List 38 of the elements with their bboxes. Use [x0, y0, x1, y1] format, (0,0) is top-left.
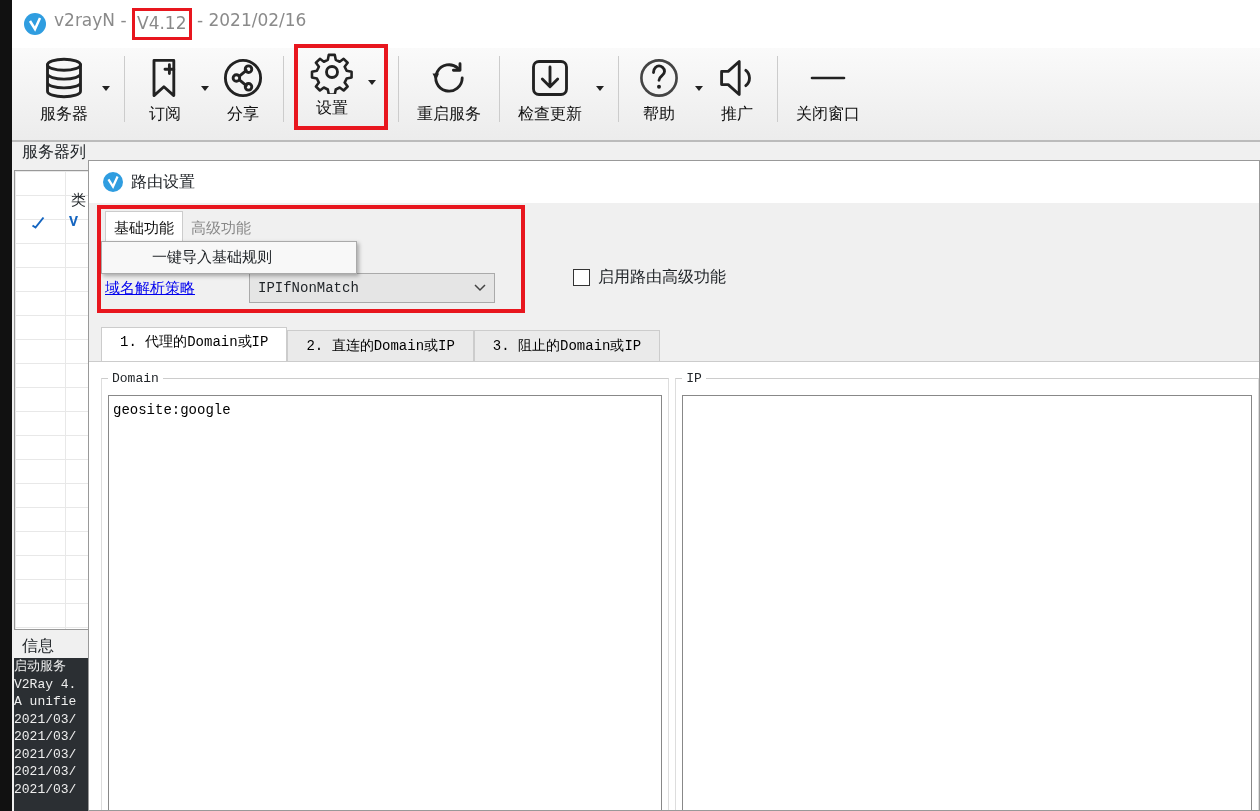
column-header[interactable]: 类 [71, 188, 86, 211]
panel-title: 信息 [21, 635, 55, 657]
share-icon [221, 56, 265, 100]
toolbar-button[interactable]: 关闭窗口 [788, 56, 868, 126]
tab[interactable]: 2. 直连的Domain或IP [287, 330, 474, 361]
toolbar-button[interactable]: 服务器 [32, 56, 96, 126]
toolbar-button[interactable]: 分享 [213, 56, 273, 126]
minimize-icon [808, 76, 848, 80]
toolbar-button[interactable]: 推广 [707, 56, 767, 126]
strategy-link[interactable]: 域名解析策略 [105, 276, 195, 300]
toolbar-button[interactable]: 重启服务 [409, 56, 489, 126]
strategy-select[interactable]: IPIfNonMatch [249, 273, 495, 303]
dialog-title: 路由设置 [131, 171, 195, 193]
window-title: - 2021/02/16 [195, 9, 307, 33]
caret-icon[interactable] [596, 86, 604, 91]
caret-icon[interactable] [368, 80, 376, 85]
toolbar-button[interactable]: 帮助 [629, 56, 689, 126]
checkbox-label: 启用路由高级功能 [597, 266, 726, 288]
window-title: V4.12 [137, 13, 187, 34]
window-title: v2rayN - [54, 9, 128, 33]
tab[interactable]: 3. 阻止的Domain或IP [473, 330, 661, 361]
app-logo-icon [103, 172, 123, 192]
toolbar-button[interactable]: 设置 [302, 50, 362, 120]
toolbar-button[interactable]: 订阅 [135, 56, 195, 126]
panel-title: 服务器列 [21, 141, 87, 163]
tab[interactable]: 1. 代理的Domain或IP [101, 327, 288, 361]
help-icon [637, 56, 681, 100]
caret-icon[interactable] [695, 86, 703, 91]
caret-icon[interactable] [201, 86, 209, 91]
checkbox[interactable] [573, 268, 590, 286]
table-cell-text: V [69, 212, 78, 233]
menu-item[interactable]: 一键导入基础规则 [152, 246, 356, 269]
chevron-down-icon [474, 284, 486, 292]
caret-icon[interactable] [102, 86, 110, 91]
toolbar-button[interactable]: 检查更新 [510, 56, 590, 126]
log-output: 启动服务 V2Ray 4. A unifie 2021/03/ 2021/03/ 2021/03/ 2021/03/ 2021/03/ [14, 658, 88, 811]
app-logo-icon [24, 13, 46, 35]
text-area[interactable]: geosite:google [108, 395, 663, 810]
